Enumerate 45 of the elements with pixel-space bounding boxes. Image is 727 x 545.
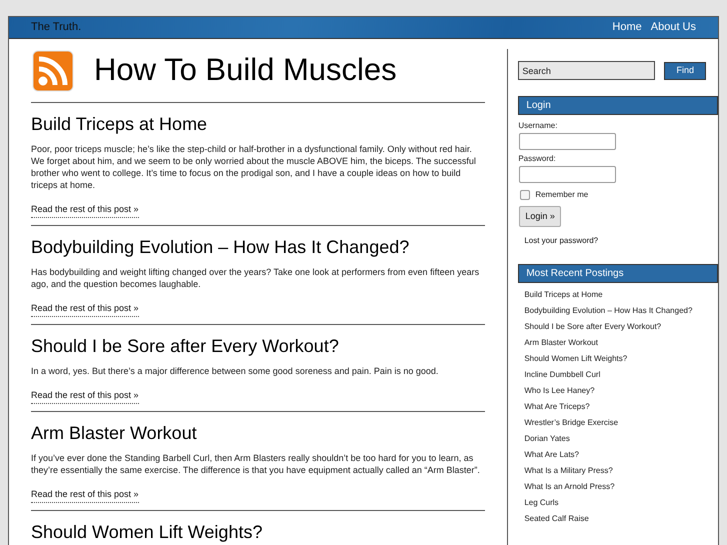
post-title[interactable]: Should Women Lift Weights? [31,521,486,543]
post-excerpt: If you’ve ever done the Standing Barbell Curl, then Arm Blasters really shouldn’t be too hard for you to learn, as they’re essentially the same exercise. The difference is that you have equipment actually called an “Arm Blaster”. [31,452,481,476]
remember-checkbox[interactable] [520,190,530,200]
post-title[interactable]: Should I be Sore after Every Workout? [31,335,486,357]
lost-password-link[interactable]: Lost your password? [524,235,718,247]
recent-post-link[interactable]: What Is an Arnold Press? [524,479,718,495]
recent-heading: Most Recent Postings [518,264,718,283]
recent-post-link[interactable]: Seated Calf Raise [524,511,718,527]
recent-post-link[interactable]: What Are Triceps? [524,399,718,415]
rss-icon [32,50,74,92]
recent-post-link[interactable]: Build Triceps at Home [524,287,718,303]
find-button[interactable]: Find [664,62,706,80]
username-label: Username: [518,120,558,132]
search-field[interactable]: Search [518,61,656,80]
recent-post-link[interactable]: Arm Blaster Workout [524,335,718,351]
post-title[interactable]: Build Triceps at Home [31,113,486,135]
read-more-link[interactable]: Read the rest of this post » [31,302,139,316]
recent-post-link[interactable]: Dorian Yates [524,431,718,447]
username-field[interactable] [519,133,616,150]
post-excerpt: Has bodybuilding and weight lifting changed over the years? Take one look at performers from even fifteen years ago, and the question becomes laughable. [31,266,480,290]
read-more-link[interactable]: Read the rest of this post » [31,488,139,502]
post-title[interactable]: Arm Blaster Workout [31,422,486,444]
password-field[interactable] [519,166,616,183]
nav-link[interactable]: About Us [650,19,696,36]
site-title: How To Build Muscles [94,51,397,90]
post-excerpt: Poor, poor triceps muscle; he’s like the step-child or half-brother in a dysfunctional family. Only without red hair. We forget about him, and we seem to be only worried about the muscle ABOVE him, the biceps. The successful brother who went to college. It’s time to focus on the prodigal son, and I have a couple ideas on how to build triceps at home. [31,143,477,191]
recent-post-link[interactable]: Should Women Lift Weights? [524,351,718,367]
post-title[interactable]: Bodybuilding Evolution – How Has It Changed? [31,236,486,258]
recent-post-link[interactable]: Incline Dumbbell Curl [524,367,718,383]
read-more-link[interactable]: Read the rest of this post » [31,389,139,404]
remember-label: Remember me [535,189,588,201]
recent-post-link[interactable]: Bodybuilding Evolution – How Has It Changed? [524,303,718,319]
password-label: Password: [518,153,557,165]
recent-post-link[interactable]: Wrestler’s Bridge Exercise [524,415,718,431]
post-excerpt: In a word, yes. But there’s a major difference between some good soreness and pain. Pain is no good. [31,365,440,377]
login-button[interactable]: Login » [519,206,561,227]
recent-post-link[interactable]: What Are Lats? [524,447,718,463]
login-heading: Login [518,96,718,115]
recent-post-link[interactable]: Should I be Sore after Every Workout? [524,319,718,335]
nav-link[interactable]: Home [612,19,642,36]
tagline: The Truth. [31,20,82,36]
recent-post-link[interactable]: Leg Curls [524,495,718,511]
recent-post-link[interactable]: Who Is Lee Haney? [524,383,718,399]
read-more-link[interactable]: Read the rest of this post » [31,203,139,218]
recent-post-link[interactable]: What Is a Military Press? [524,463,718,479]
